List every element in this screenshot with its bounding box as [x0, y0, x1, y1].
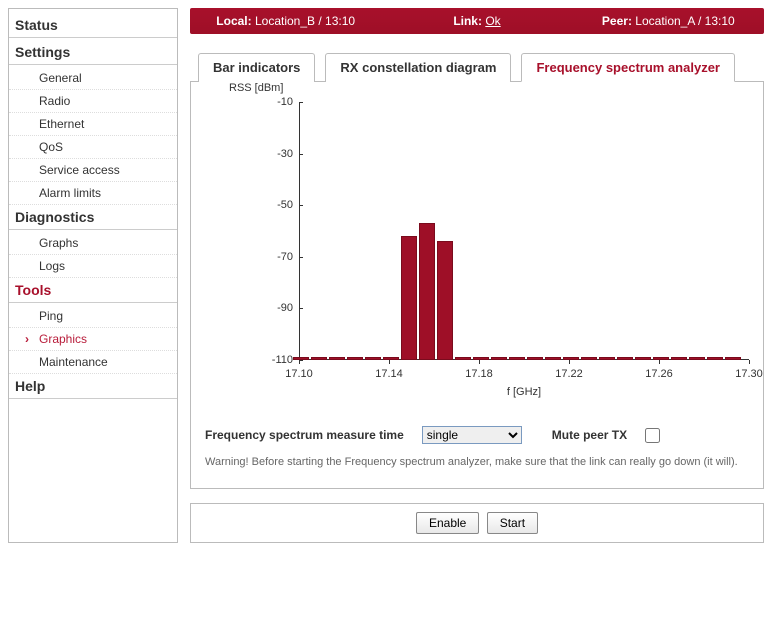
sidebar-item-alarm-limits[interactable]: Alarm limits: [9, 182, 177, 205]
spectrum-bar: [689, 357, 705, 360]
tab-frequency-spectrum[interactable]: Frequency spectrum analyzer: [521, 53, 735, 82]
status-local-label: Local:: [216, 14, 251, 28]
spectrum-bar: [617, 357, 633, 360]
start-button[interactable]: Start: [487, 512, 538, 534]
sidebar-heading-help[interactable]: Help: [9, 374, 177, 399]
xtick-label: 17.30: [735, 368, 763, 380]
status-link-label: Link:: [453, 14, 482, 28]
sidebar-heading-tools[interactable]: Tools: [9, 278, 177, 303]
tab-rx-constellation[interactable]: RX constellation diagram: [325, 53, 511, 82]
xtick-label: 17.10: [285, 368, 313, 380]
sidebar-item-qos[interactable]: QoS: [9, 136, 177, 159]
sidebar-heading-settings[interactable]: Settings: [9, 40, 177, 65]
ytick-label: -90: [263, 302, 293, 314]
spectrum-bar: [527, 357, 543, 360]
xtick-label: 17.14: [375, 368, 403, 380]
xtick-label: 17.18: [465, 368, 493, 380]
sidebar-item-ping[interactable]: Ping: [9, 305, 177, 328]
tab-bar-indicators[interactable]: Bar indicators: [198, 53, 315, 82]
spectrum-bar: [599, 357, 615, 360]
status-peer: Peer: Location_A / 13:10: [573, 14, 764, 28]
controls-row: Frequency spectrum measure time single M…: [205, 426, 749, 444]
ytick-label: -110: [263, 354, 293, 366]
spectrum-bar: [329, 357, 345, 360]
status-local-value: Location_B / 13:10: [255, 14, 355, 28]
ytick-label: -70: [263, 251, 293, 263]
mute-peer-label: Mute peer TX: [552, 428, 627, 442]
spectrum-bar: [671, 357, 687, 360]
spectrum-bar: [581, 357, 597, 360]
status-link: Link: Ok: [381, 14, 572, 28]
spectrum-bar: [293, 357, 309, 360]
spectrum-bar: [401, 236, 417, 360]
spectrum-bar: [653, 357, 669, 360]
spectrum-bar: [707, 357, 723, 360]
status-bar: Local: Location_B / 13:10 Link: Ok Peer:…: [190, 8, 764, 34]
spectrum-bar: [725, 357, 741, 360]
ytick-label: -10: [263, 96, 293, 108]
status-peer-value: Location_A / 13:10: [635, 14, 734, 28]
enable-button[interactable]: Enable: [416, 512, 479, 534]
status-link-value[interactable]: Ok: [485, 14, 500, 28]
ytick-label: -50: [263, 199, 293, 211]
xtick-label: 17.22: [555, 368, 583, 380]
sidebar-item-ethernet[interactable]: Ethernet: [9, 113, 177, 136]
spectrum-bar: [347, 357, 363, 360]
sidebar-item-radio[interactable]: Radio: [9, 90, 177, 113]
sidebar: StatusSettingsGeneralRadioEthernetQoSSer…: [8, 8, 178, 543]
sidebar-item-maintenance[interactable]: Maintenance: [9, 351, 177, 374]
chart-xlabel: f [GHz]: [299, 386, 749, 398]
spectrum-chart: -10-30-50-70-90-11017.1017.1417.1817.221…: [269, 102, 749, 382]
sidebar-heading-status[interactable]: Status: [9, 13, 177, 38]
chart-area: RSS [dBm] -10-30-50-70-90-11017.1017.141…: [245, 102, 749, 398]
spectrum-bar: [563, 357, 579, 360]
mute-peer-checkbox[interactable]: [645, 428, 660, 443]
sidebar-heading-diagnostics[interactable]: Diagnostics: [9, 205, 177, 230]
tabs: Bar indicators RX constellation diagram …: [190, 52, 764, 82]
warning-text: Warning! Before starting the Frequency s…: [205, 456, 749, 468]
spectrum-bar: [509, 357, 525, 360]
status-local: Local: Location_B / 13:10: [190, 14, 381, 28]
spectrum-bar: [437, 241, 453, 360]
spectrum-bar: [311, 357, 327, 360]
sidebar-item-logs[interactable]: Logs: [9, 255, 177, 278]
sidebar-item-general[interactable]: General: [9, 67, 177, 90]
footer-bar: Enable Start: [190, 503, 764, 543]
measure-time-label: Frequency spectrum measure time: [205, 428, 404, 442]
xtick-label: 17.26: [645, 368, 673, 380]
spectrum-bar: [473, 357, 489, 360]
spectrum-bar: [491, 357, 507, 360]
spectrum-bar: [635, 357, 651, 360]
sidebar-item-graphics[interactable]: Graphics: [9, 328, 177, 351]
spectrum-bar: [419, 223, 435, 360]
measure-time-select[interactable]: single: [422, 426, 522, 444]
chart-ylabel: RSS [dBm]: [229, 82, 283, 94]
plot-frame: [299, 102, 749, 360]
spectrum-bar: [383, 357, 399, 360]
spectrum-bar: [455, 357, 471, 360]
sidebar-item-graphs[interactable]: Graphs: [9, 232, 177, 255]
sidebar-item-service-access[interactable]: Service access: [9, 159, 177, 182]
status-peer-label: Peer:: [602, 14, 632, 28]
ytick-label: -30: [263, 148, 293, 160]
spectrum-bar: [545, 357, 561, 360]
content-panel: RSS [dBm] -10 -30 -50 -70 -90 -110 17.10 17.14 1…: [190, 82, 764, 489]
spectrum-bar: [365, 357, 381, 360]
